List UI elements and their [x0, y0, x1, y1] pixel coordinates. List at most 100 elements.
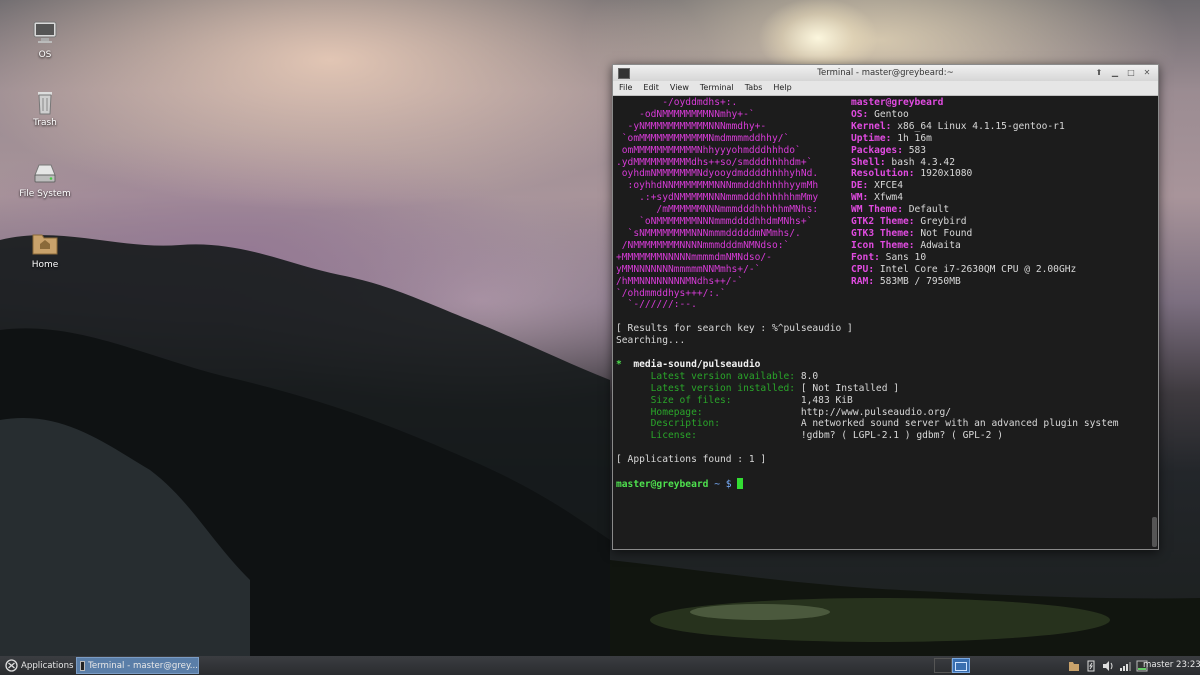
info-key: Shell: [851, 156, 886, 168]
logo-line: :oyhhdNNMMMMMMMNNNmmdddhhhhhyymMh [616, 180, 819, 192]
info-value: Xfwm4 [868, 192, 903, 204]
info-value: Sans 10 [879, 251, 927, 263]
desktop-icon-label: OS [38, 50, 52, 60]
logo-line: yMMNNNNNNNmmmmmNNMmhs+/-` [616, 263, 761, 275]
prompt-path: ~ $ [714, 479, 732, 490]
logo-line: -/oyddmdhs+:. [616, 97, 738, 108]
logo-line: oyhdmNMMMMMMMNdyooydmddddhhhhyhNd. [616, 168, 819, 180]
package-field-label: Description: [616, 418, 801, 430]
clock[interactable]: 23:23 [1176, 656, 1200, 675]
info-row: WM: Xfwm4 [851, 192, 1076, 204]
package-details: Latest version available: 8.0 Latest ver… [616, 371, 1147, 442]
info-key: Resolution: [851, 168, 915, 180]
info-row: RAM: 583MB / 7950MB [851, 276, 1076, 288]
workspace-switcher[interactable] [934, 658, 970, 673]
logo-line: .:+sydNMMMMMNNNmmmdddhhhhhhmMmy [616, 192, 819, 204]
minimize-icon[interactable]: ▁ [1110, 67, 1120, 78]
menu-file[interactable]: File [619, 81, 632, 95]
menu-view[interactable]: View [670, 81, 689, 95]
info-row: Uptime: 1h 16m [851, 133, 1076, 145]
info-value: x86_64 Linux 4.1.15-gentoo-r1 [891, 120, 1065, 132]
scrollbar-thumb[interactable] [1152, 517, 1157, 547]
system-info: master@greybeard OS: Gentoo Kernel: x86_64… [851, 97, 1076, 311]
info-key: CPU: [851, 263, 875, 275]
menu-terminal[interactable]: Terminal [700, 81, 734, 95]
info-key: Uptime: [851, 132, 892, 144]
battery-icon[interactable] [1085, 660, 1097, 672]
package-marker: * [616, 358, 622, 370]
desktop-icon-os[interactable]: OS [10, 18, 80, 60]
terminal-output[interactable]: -/oyddmdhs+:. -odNMMMMMMMMNNmhy+-` -yNMM… [613, 96, 1150, 549]
menu-help[interactable]: Help [773, 81, 791, 95]
logo-line: `/ohdmmddhys+++/:.` [616, 287, 726, 299]
folder-icon[interactable] [1068, 660, 1080, 672]
package-field-value: !gdbm? ( LGPL-2.1 ) gdbm? ( GPL-2 ) [800, 430, 1004, 442]
volume-icon[interactable] [1102, 660, 1114, 672]
applications-found: [ Applications found : 1 ] [616, 454, 767, 466]
home-folder-icon [30, 228, 60, 258]
package-field-label: Latest version available: [616, 370, 801, 382]
maximize-icon[interactable]: □ [1126, 67, 1136, 78]
search-results-header: [ Results for search key : %^pulseaudio … [616, 323, 853, 335]
screenfetch-output: -/oyddmdhs+:. -odNMMMMMMMMNNmhy+-` -yNMM… [616, 97, 1147, 311]
package-field: Homepage: http://www.pulseaudio.org/ [616, 407, 1147, 419]
info-value: 1h 16m [891, 132, 932, 144]
menu-tabs[interactable]: Tabs [745, 81, 763, 95]
menu-edit[interactable]: Edit [643, 81, 659, 95]
info-row: GTK2 Theme: Greybird [851, 216, 1076, 228]
drive-icon [30, 157, 60, 187]
xfce-logo-icon [5, 659, 18, 672]
package-field-label: Homepage: [616, 406, 801, 418]
info-key: WM Theme: [851, 204, 903, 216]
info-key: Font: [851, 251, 880, 263]
info-key: GTK3 Theme: [851, 227, 915, 239]
taskbar-item-terminal[interactable]: Terminal - master@grey... [76, 657, 199, 674]
info-key: GTK2 Theme: [851, 216, 915, 228]
window-title: Terminal - master@greybeard:~ [817, 68, 954, 78]
package-field: Size of files: 1,483 KiB [616, 395, 1147, 407]
desktop-icon-trash[interactable]: Trash [10, 86, 80, 128]
terminal-titlebar[interactable]: Terminal - master@greybeard:~ ⬆ ▁ □ ✕ [613, 65, 1158, 81]
info-key: DE: [851, 180, 869, 192]
desktop-icon-label: Trash [33, 118, 57, 128]
terminal-window[interactable]: Terminal - master@greybeard:~ ⬆ ▁ □ ✕ Fi… [612, 64, 1159, 550]
logo-line: `omMMMMMMMMMMMMNmdmmmmddhhy/` [616, 132, 790, 144]
workspace-2[interactable] [952, 658, 970, 673]
workspace-1[interactable] [934, 658, 952, 673]
info-value: Default [902, 204, 950, 216]
info-value: bash 4.3.42 [885, 156, 955, 168]
window-menu-icon[interactable]: ⬆ [1094, 67, 1104, 78]
taskbar-item-label: Terminal - master@grey... [88, 660, 198, 671]
info-row: Shell: bash 4.3.42 [851, 157, 1076, 169]
package-field: Description: A networked sound server wi… [616, 418, 1147, 430]
logo-line: /mMMMMMMNNNmmmdddhhhhhmMNhs: [616, 204, 819, 216]
network-icon[interactable] [1119, 660, 1131, 672]
applications-label: Applications [21, 660, 74, 671]
info-row: Resolution: 1920x1080 [851, 168, 1076, 180]
desktop-icon-home[interactable]: Home [10, 228, 80, 270]
package-field-value: [ Not Installed ] [800, 382, 900, 394]
info-value: Intel Core i7-2630QM CPU @ 2.00GHz [874, 263, 1077, 275]
terminal-scrollbar[interactable] [1150, 96, 1158, 549]
info-value: Greybird [914, 216, 967, 228]
info-key: WM: [851, 192, 869, 204]
info-row: Kernel: x86_64 Linux 4.1.15-gentoo-r1 [851, 121, 1076, 133]
applications-menu-button[interactable]: Applications [2, 656, 77, 675]
package-field-value: http://www.pulseaudio.org/ [800, 406, 952, 418]
system-tray [1068, 658, 1148, 673]
info-key: OS: [851, 108, 869, 120]
package-field-label: Size of files: [616, 394, 801, 406]
info-key: Icon Theme: [851, 239, 915, 251]
info-key: RAM: [851, 275, 875, 287]
desktop-icon-file-system[interactable]: File System [10, 157, 80, 199]
info-value: Not Found [914, 227, 973, 239]
package-field-value: 8.0 [800, 370, 819, 382]
info-key: Kernel: [851, 120, 892, 132]
info-value: 583MB / 7950MB [874, 275, 961, 287]
user-name[interactable]: master [1143, 656, 1173, 675]
terminal-cursor [737, 478, 744, 489]
info-row: WM Theme: Default [851, 204, 1076, 216]
close-icon[interactable]: ✕ [1142, 67, 1152, 78]
package-field: Latest version available: 8.0 [616, 371, 1147, 383]
info-row: Font: Sans 10 [851, 252, 1076, 264]
